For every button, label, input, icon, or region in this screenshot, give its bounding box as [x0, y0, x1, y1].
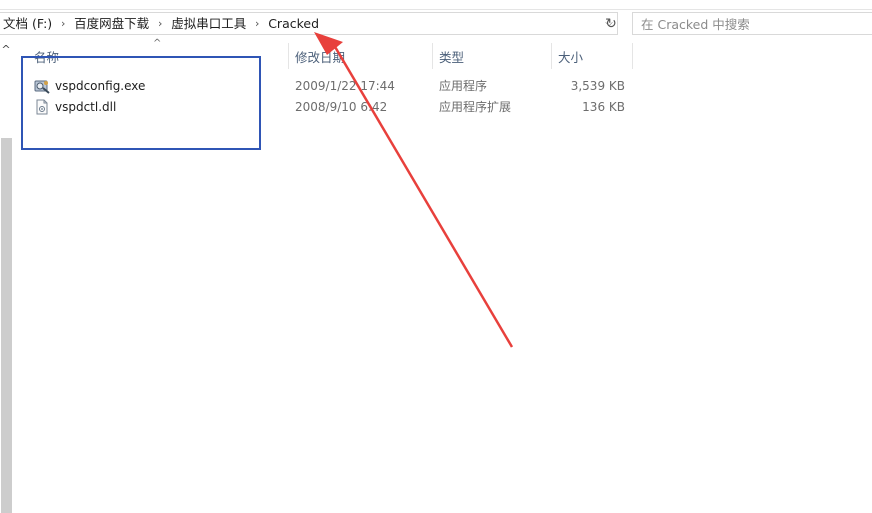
annotation-arrow [314, 32, 514, 348]
